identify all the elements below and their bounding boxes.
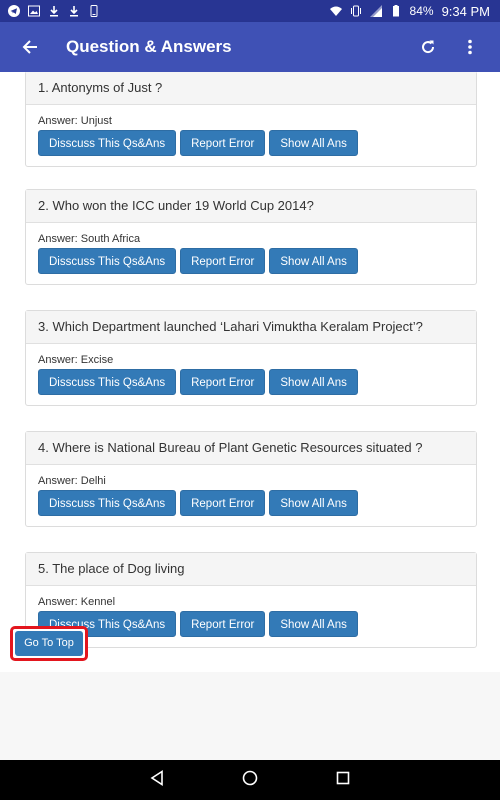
answer-text: Answer: Unjust <box>38 115 112 127</box>
answer-text: Answer: Kennel <box>38 596 116 608</box>
telegram-icon <box>8 5 20 17</box>
back-arrow-icon[interactable] <box>0 22 60 72</box>
refresh-icon[interactable] <box>412 27 444 67</box>
battery-percent: 84% <box>409 4 434 18</box>
phone-icon <box>88 5 100 17</box>
report-error-button[interactable]: Report Error <box>180 490 266 516</box>
more-options-icon[interactable] <box>454 27 486 67</box>
vibrate-icon <box>350 5 362 17</box>
signal-icon <box>369 5 382 17</box>
wifi-icon <box>329 5 342 17</box>
show-all-answers-button[interactable]: Show All Ans <box>269 130 358 156</box>
answer-text: Answer: South Africa <box>38 233 141 245</box>
question-card: 5. The place of Dog living Answer: Kenne… <box>25 552 477 648</box>
discuss-button[interactable]: Disscuss This Qs&Ans <box>38 369 177 395</box>
question-card: 3. Which Department launched ‘Lahari Vim… <box>25 310 477 406</box>
report-error-button[interactable]: Report Error <box>180 369 266 395</box>
question-card: 2. Who won the ICC under 19 World Cup 20… <box>25 189 477 285</box>
recents-icon[interactable] <box>336 771 350 790</box>
question-text: 1. Antonyms of Just ? <box>26 72 476 105</box>
show-all-answers-button[interactable]: Show All Ans <box>269 490 358 516</box>
show-all-answers-button[interactable]: Show All Ans <box>269 248 358 274</box>
discuss-button[interactable]: Disscuss This Qs&Ans <box>38 130 177 156</box>
answer-text: Answer: Excise <box>38 354 114 366</box>
image-icon <box>28 5 40 17</box>
go-to-top-button[interactable]: Go To Top <box>15 631 83 656</box>
home-icon[interactable] <box>242 770 258 791</box>
report-error-button[interactable]: Report Error <box>180 611 266 637</box>
question-text: 4. Where is National Bureau of Plant Gen… <box>26 432 476 465</box>
download-icon <box>68 5 80 17</box>
report-error-button[interactable]: Report Error <box>180 130 266 156</box>
question-card: 4. Where is National Bureau of Plant Gen… <box>25 431 477 527</box>
questions-list[interactable]: 1. Antonyms of Just ? Answer: Unjust Dis… <box>0 72 500 672</box>
question-text: 3. Which Department launched ‘Lahari Vim… <box>26 311 476 344</box>
app-bar: Question & Answers <box>0 22 500 72</box>
status-bar: 84% 9:34 PM <box>0 0 500 22</box>
discuss-button[interactable]: Disscuss This Qs&Ans <box>38 490 177 516</box>
discuss-button[interactable]: Disscuss This Qs&Ans <box>38 248 177 274</box>
question-text: 5. The place of Dog living <box>26 553 476 586</box>
download-icon <box>48 5 60 17</box>
question-card: 1. Antonyms of Just ? Answer: Unjust Dis… <box>25 72 477 167</box>
question-text: 2. Who won the ICC under 19 World Cup 20… <box>26 190 476 223</box>
show-all-answers-button[interactable]: Show All Ans <box>269 369 358 395</box>
clock: 9:34 PM <box>441 3 490 19</box>
show-all-answers-button[interactable]: Show All Ans <box>269 611 358 637</box>
answer-text: Answer: Delhi <box>38 475 106 487</box>
back-icon[interactable] <box>150 769 164 791</box>
system-nav-bar <box>0 760 500 800</box>
battery-icon <box>390 5 402 17</box>
go-to-top-highlight: Go To Top <box>10 626 88 661</box>
page-title: Question & Answers <box>66 37 232 56</box>
report-error-button[interactable]: Report Error <box>180 248 266 274</box>
